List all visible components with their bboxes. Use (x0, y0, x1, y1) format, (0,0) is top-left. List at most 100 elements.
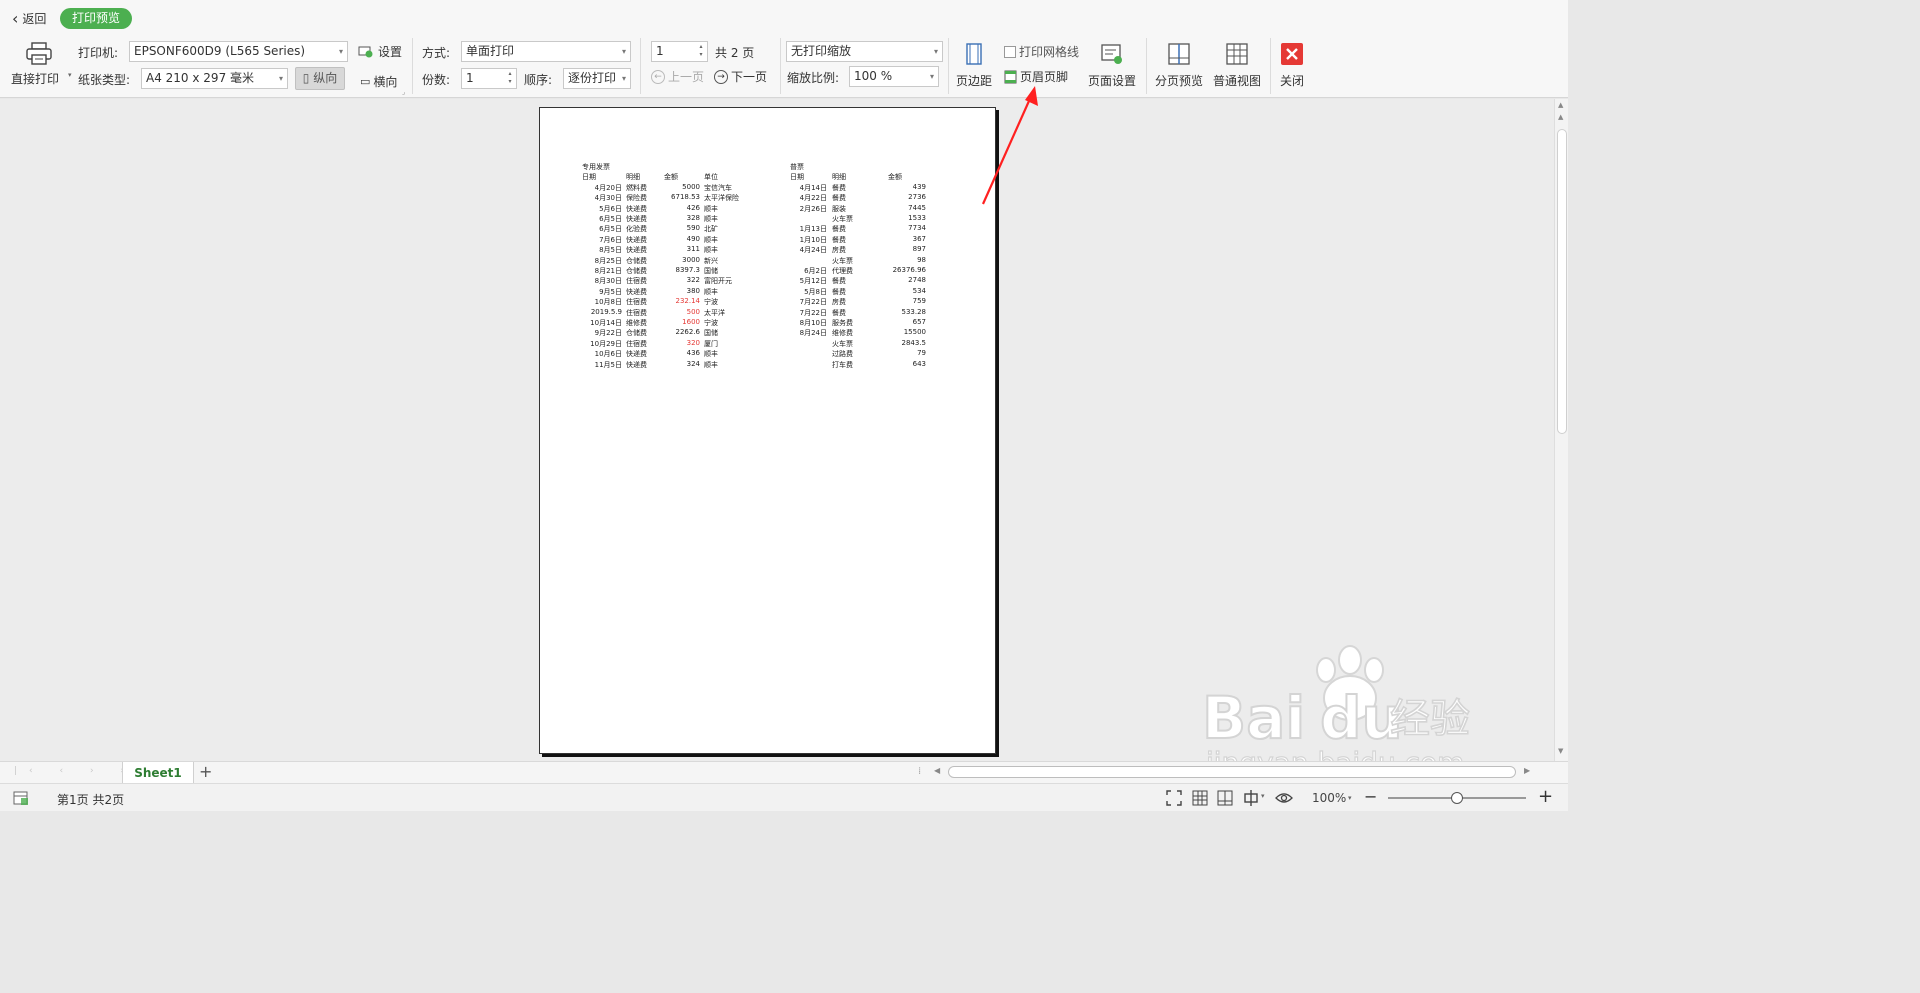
landscape-button[interactable]: ▭ 横向 (360, 73, 397, 90)
page-break-preview-button[interactable]: 分页预览 (1155, 42, 1203, 89)
page-setup-button[interactable]: 页面设置 (1088, 42, 1136, 89)
group-expand-icon[interactable]: ⌟ (402, 88, 405, 96)
back-button[interactable]: ‹ 返回 (12, 10, 46, 27)
stepper-arrows-icon[interactable]: ▴ ▾ (697, 43, 705, 59)
table-cell: 311 (686, 245, 700, 254)
table-cell: 4月30日 (594, 194, 622, 203)
normal-view-label: 普通视图 (1213, 74, 1262, 88)
table-cell: 住宿费 (626, 277, 647, 286)
table-cell: 餐费 (832, 183, 846, 192)
table-cell: 436 (686, 349, 700, 358)
table-cell: 322 (686, 276, 700, 285)
page-setup-icon (1101, 44, 1122, 64)
order-select[interactable]: 逐份打印 ▾ (563, 68, 631, 89)
scroll-left-icon[interactable]: ◀ (934, 766, 940, 775)
table-row: 1月10日 餐费 367 (790, 235, 940, 245)
next-page-button[interactable]: → 下一页 (714, 68, 767, 85)
preview-canvas[interactable]: 专用发票 日期 明细 金额 单位 4月20日 燃料费 5000 宝信汽车 4月30日 保险费 6718… (0, 99, 1554, 761)
zoom-out-button[interactable]: − (1364, 787, 1377, 806)
print-preview-tab[interactable]: 打印预览 (60, 8, 133, 29)
table-cell: 餐费 (832, 277, 846, 286)
table-cell: 897 (912, 245, 926, 254)
zoom-slider-handle[interactable] (1451, 792, 1463, 804)
scrollbar-thumb[interactable] (948, 766, 1516, 778)
copies-stepper[interactable]: 1 ▴ ▾ (461, 68, 517, 89)
margins-button[interactable]: 页边距 (956, 42, 992, 89)
table-row: 5月8日 餐费 534 (790, 287, 940, 297)
table-cell: 火车票 (832, 339, 853, 348)
chevron-down-icon: ▾ (933, 47, 938, 56)
table-cell: 维修费 (832, 329, 853, 338)
normal-view-icon[interactable] (1191, 789, 1209, 807)
scroll-down-icon[interactable]: ▼ (1558, 747, 1563, 755)
table-cell: 490 (686, 234, 700, 243)
direct-print-button[interactable]: 直接打印 ▾ (8, 40, 72, 90)
back-label: 返回 (22, 12, 47, 26)
table-cell: 单位 (704, 173, 718, 182)
table-row: 1月13日 餐费 7734 (790, 224, 940, 234)
reading-mode-icon[interactable] (1242, 789, 1260, 807)
print-scaling-select[interactable]: 无打印缩放 ▾ (786, 41, 943, 62)
fullscreen-icon[interactable] (1165, 789, 1183, 807)
table-cell: 专用发票 (582, 163, 610, 171)
vertical-scrollbar[interactable]: ▲ ▲ ▼ (1554, 99, 1568, 761)
printer-settings-button[interactable]: 设置 (358, 43, 402, 60)
page-layout-icon[interactable] (1216, 789, 1234, 807)
print-gridlines-checkbox[interactable]: 打印网格线 (1004, 43, 1079, 60)
table-cell: 宁波 (704, 319, 718, 327)
table-cell: 657 (912, 318, 926, 326)
table-row: 8月10日 服务费 657 (790, 318, 940, 328)
table-cell: 10月6日 (594, 350, 622, 359)
table-row: 8月5日 快递费 311 顺丰 (582, 245, 782, 255)
paper-type-select[interactable]: A4 210 x 297 毫米 ▾ (141, 68, 288, 89)
table-cell: 2月26日 (799, 204, 827, 213)
splitter-handle-icon[interactable]: ⁞ (918, 766, 921, 777)
caret-down-icon[interactable]: ▾ (1348, 794, 1352, 802)
table-cell: 6月5日 (599, 225, 622, 234)
duplex-select[interactable]: 单面打印 ▾ (461, 41, 631, 62)
table-cell: 日期 (582, 173, 596, 182)
scroll-up-icon[interactable]: ▲ (1558, 113, 1563, 121)
table-cell: 6月5日 (599, 215, 622, 223)
table-cell: 533.28 (901, 307, 927, 316)
table-header-row: 日期 明细 金额 (790, 172, 940, 182)
table-cell: 6月2日 (804, 267, 827, 275)
portrait-button[interactable]: ▯ 纵向 (295, 67, 345, 90)
normal-view-button[interactable]: 普通视图 (1213, 42, 1261, 89)
scroll-right-icon[interactable]: ▶ (1524, 766, 1530, 775)
printer-select[interactable]: EPSONF600D9 (L565 Series) ▾ (129, 41, 348, 62)
eye-icon[interactable] (1275, 789, 1293, 807)
sheet-tab-sheet1[interactable]: Sheet1 (122, 762, 194, 784)
zoom-in-button[interactable]: + (1538, 786, 1553, 807)
add-sheet-button[interactable]: + (199, 763, 212, 781)
page-number-value: 1 (656, 44, 664, 58)
page-number-input[interactable]: 1 ▴ ▾ (651, 41, 708, 62)
table-cell: 服装 (832, 204, 846, 213)
table-cell: 餐费 (832, 308, 846, 317)
prev-page-button[interactable]: ← 上一页 (651, 68, 704, 85)
table-cell: 4月24日 (799, 246, 827, 255)
table-cell: 8月5日 (599, 246, 622, 255)
zoom-scale-select[interactable]: 100 % ▾ (849, 66, 939, 87)
horizontal-scrollbar[interactable]: ◀ ▶ (930, 765, 1538, 780)
caret-down-icon[interactable]: ▾ (1261, 792, 1265, 800)
table-row: 9月22日 仓储费 2262.6 国储 (582, 328, 782, 338)
stepper-arrows-icon[interactable]: ▴ ▾ (506, 70, 514, 86)
scroll-up-icon[interactable]: ▲ (1558, 101, 1563, 109)
sheet-status-icon[interactable] (12, 789, 30, 807)
table-row: 5月6日 快递费 426 顺丰 (582, 204, 782, 214)
table-cell: 餐费 (832, 225, 846, 234)
zoom-scale-value: 100 % (854, 69, 893, 83)
table-cell: 590 (686, 224, 700, 233)
margins-icon (966, 43, 982, 65)
scrollbar-thumb[interactable] (1557, 129, 1567, 434)
landscape-label: 横向 (373, 75, 398, 89)
table-row: 4月24日 房费 897 (790, 245, 940, 255)
print-scaling-value: 无打印缩放 (791, 44, 852, 58)
table-row: 4月20日 燃料费 5000 宝信汽车 (582, 183, 782, 193)
close-preview-button[interactable]: 关闭 (1280, 42, 1304, 89)
table-cell: 顺丰 (704, 215, 718, 223)
table-cell: 10月14日 (590, 319, 622, 327)
header-footer-button[interactable]: 页眉页脚 (1004, 68, 1068, 85)
zoom-level[interactable]: 100% (1312, 791, 1346, 805)
